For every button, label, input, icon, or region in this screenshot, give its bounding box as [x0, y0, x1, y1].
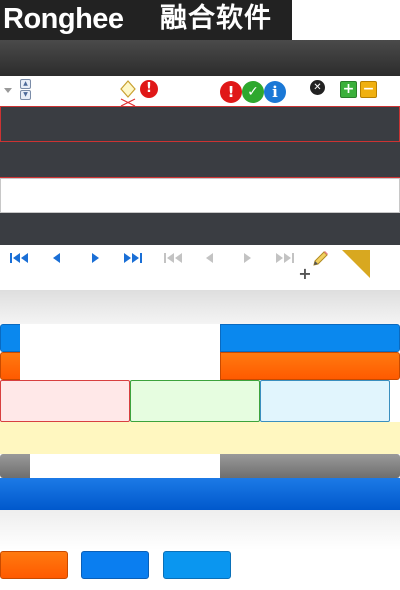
gray-segment-left[interactable] [0, 454, 30, 478]
deep-blue-bar [0, 478, 400, 510]
orange-button[interactable] [0, 551, 68, 579]
logo-chinese-text: 融合软件 [160, 3, 272, 34]
next-page-icon [240, 250, 254, 264]
last-page-icon [274, 250, 296, 264]
gray-segment-right[interactable] [220, 454, 400, 478]
white-field[interactable] [0, 178, 400, 213]
error-icon: ! [220, 81, 242, 103]
minus-icon[interactable]: − [360, 81, 377, 98]
brand-logo: Ronghee 融合软件 [0, 0, 292, 40]
highlight-band [0, 422, 400, 454]
blue-segment-left[interactable] [0, 324, 20, 352]
orange-segment-left[interactable] [0, 352, 20, 380]
header-bar [0, 40, 400, 76]
close-icon[interactable]: ✕ [310, 80, 325, 95]
success-message-box [130, 380, 260, 422]
error-message-box [0, 380, 130, 422]
orange-segment-right[interactable] [220, 352, 400, 380]
prev-page-icon [203, 250, 217, 264]
pencil-icon[interactable] [310, 249, 330, 269]
info-message-box [260, 380, 390, 422]
corner-triangle-icon [342, 250, 370, 278]
error-icon: ! [140, 80, 158, 98]
prev-page-icon[interactable] [50, 250, 64, 264]
light-gradient-band [0, 510, 400, 550]
spinner-up-icon[interactable]: ▲ [20, 79, 31, 89]
dark-panel-invalid [0, 106, 400, 142]
light-blue-button[interactable] [163, 551, 231, 579]
check-icon: ✓ [242, 81, 264, 103]
plus-icon[interactable]: + [340, 81, 357, 98]
light-band [0, 290, 400, 324]
blue-button[interactable] [81, 551, 149, 579]
spinner[interactable]: ▲ ▼ [20, 79, 31, 101]
plus-icon[interactable]: + [298, 266, 312, 282]
next-page-icon[interactable] [88, 250, 102, 264]
first-page-icon[interactable] [8, 250, 30, 264]
info-icon: i [264, 81, 286, 103]
last-page-icon[interactable] [122, 250, 144, 264]
spinner-down-icon[interactable]: ▼ [20, 90, 31, 100]
diamond-icon [119, 80, 137, 107]
logo-latin-text: Ronghee [3, 3, 124, 35]
first-page-icon [162, 250, 184, 264]
dark-panel [0, 142, 400, 178]
triangle-down-icon[interactable] [4, 88, 12, 94]
dark-panel [0, 213, 400, 245]
blue-segment-right[interactable] [220, 324, 400, 352]
